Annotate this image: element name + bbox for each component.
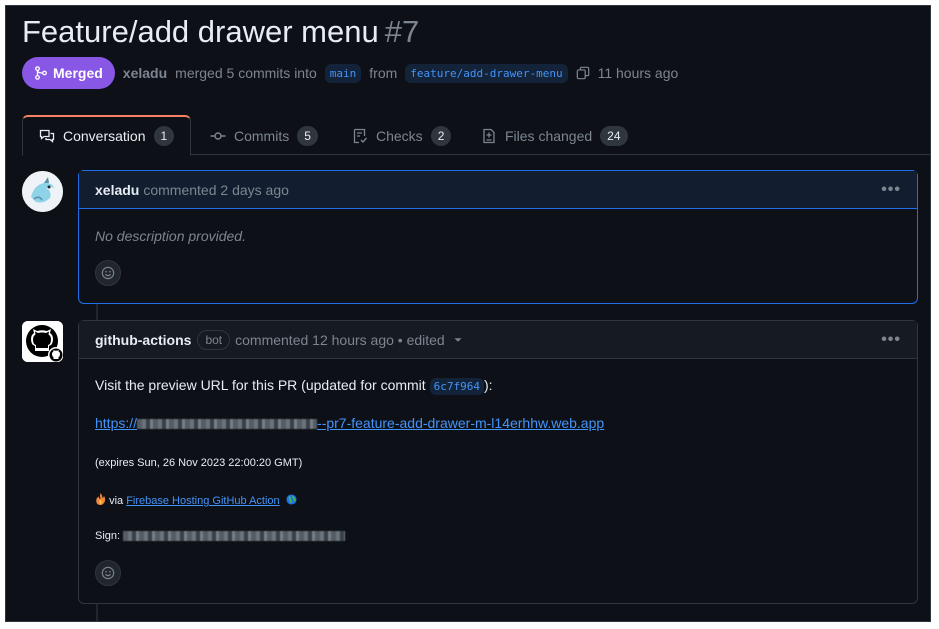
- comment-card: github-actions bot commented 12 hours ag…: [78, 320, 918, 604]
- tab-counter: 24: [600, 125, 628, 146]
- merge-text: merged 5 commits into: [175, 65, 317, 81]
- globe-icon: [286, 494, 297, 505]
- from-text: from: [369, 65, 398, 81]
- preview-url-link[interactable]: https:// --pr7-feature-add-drawer-m-l14er…: [95, 415, 604, 431]
- comment-author[interactable]: github-actions: [95, 332, 191, 348]
- page-title: Feature/add drawer menu #7: [22, 14, 419, 50]
- commit-sha-link[interactable]: 6c7f964: [429, 378, 484, 395]
- tab-commits[interactable]: Commits 5: [194, 115, 334, 156]
- tab-files-changed[interactable]: Files changed 24: [465, 115, 644, 156]
- more-options-icon[interactable]: •••: [881, 181, 901, 199]
- head-branch[interactable]: feature/add-drawer-menu: [405, 63, 568, 83]
- pull-request-page: Feature/add drawer menu #7 Merged xeladu …: [5, 5, 931, 622]
- merged-state-badge: Merged: [22, 57, 115, 89]
- preview-intro-text: Visit the preview URL for this PR (updat…: [95, 377, 426, 393]
- merge-time: 11 hours ago: [597, 65, 679, 81]
- github-octocat-icon: [22, 321, 63, 362]
- redacted-signature: [123, 531, 346, 542]
- avatar[interactable]: [22, 171, 63, 212]
- preview-url-row: https:// --pr7-feature-add-drawer-m-l14er…: [95, 415, 604, 431]
- chevron-down-icon[interactable]: [451, 333, 465, 347]
- expires-text: (expires Sun, 26 Nov 2023 22:00:20 GMT): [95, 457, 303, 469]
- tab-label: Checks: [376, 127, 423, 144]
- merged-label: Merged: [53, 65, 103, 81]
- comment-header: github-actions bot commented 12 hours ag…: [79, 321, 917, 359]
- comment-header: xeladu commented 2 days ago •••: [79, 171, 917, 209]
- add-reaction-button[interactable]: [95, 560, 121, 586]
- preview-intro: Visit the preview URL for this PR (updat…: [95, 377, 493, 395]
- dragon-avatar-icon: [22, 171, 63, 212]
- via-text: via: [109, 495, 124, 507]
- tab-counter: 5: [297, 125, 318, 146]
- fire-icon: [96, 493, 106, 505]
- comment-discussion-icon: [39, 129, 55, 143]
- tab-label: Conversation: [63, 128, 146, 144]
- git-merge-icon: [35, 66, 47, 80]
- git-commit-icon: [210, 131, 226, 140]
- comment-author[interactable]: xeladu: [95, 182, 139, 198]
- comment-meta[interactable]: commented 12 hours ago • edited: [235, 332, 445, 348]
- bot-label: bot: [197, 329, 231, 350]
- file-diff-icon: [483, 128, 495, 143]
- copy-icon[interactable]: [576, 66, 590, 80]
- smiley-icon: [101, 266, 115, 280]
- preview-url-suffix: --pr7-feature-add-drawer-m-l14erhhw.web.…: [317, 415, 605, 431]
- tab-label: Commits: [234, 127, 290, 144]
- firebase-action-link[interactable]: Firebase Hosting GitHub Action: [126, 495, 279, 507]
- preview-intro-suffix: ):: [483, 377, 493, 393]
- base-branch[interactable]: main: [324, 63, 362, 83]
- pr-meta: Merged xeladu merged 5 commits into main…: [22, 57, 678, 89]
- comment-card: xeladu commented 2 days ago ••• No descr…: [78, 170, 918, 304]
- tab-counter: 2: [430, 125, 452, 146]
- pr-title: Feature/add drawer menu: [22, 14, 379, 49]
- redacted-url-part: [137, 419, 318, 430]
- tab-conversation[interactable]: Conversation 1: [22, 115, 192, 156]
- bot-avatar[interactable]: [22, 321, 63, 362]
- pr-tabs: Conversation 1 Commits 5 Checks 2 Files …: [22, 115, 930, 156]
- smiley-icon: [101, 566, 115, 580]
- tab-checks[interactable]: Checks 2: [336, 115, 467, 156]
- via-row: via Firebase Hosting GitHub Action: [95, 493, 297, 507]
- sign-label: Sign:: [95, 530, 121, 542]
- more-options-icon[interactable]: •••: [881, 331, 901, 349]
- comment-meta[interactable]: commented 2 days ago: [143, 182, 289, 198]
- author-link[interactable]: xeladu: [123, 65, 167, 81]
- add-reaction-button[interactable]: [95, 260, 121, 286]
- sign-row: Sign:: [95, 530, 346, 542]
- comment-body: No description provided.: [95, 228, 246, 244]
- pr-number: #7: [384, 14, 420, 49]
- tab-counter: 1: [153, 126, 175, 146]
- preview-url-prefix: https://: [95, 415, 138, 431]
- tab-label: Files changed: [505, 127, 593, 144]
- checklist-icon: [353, 128, 368, 143]
